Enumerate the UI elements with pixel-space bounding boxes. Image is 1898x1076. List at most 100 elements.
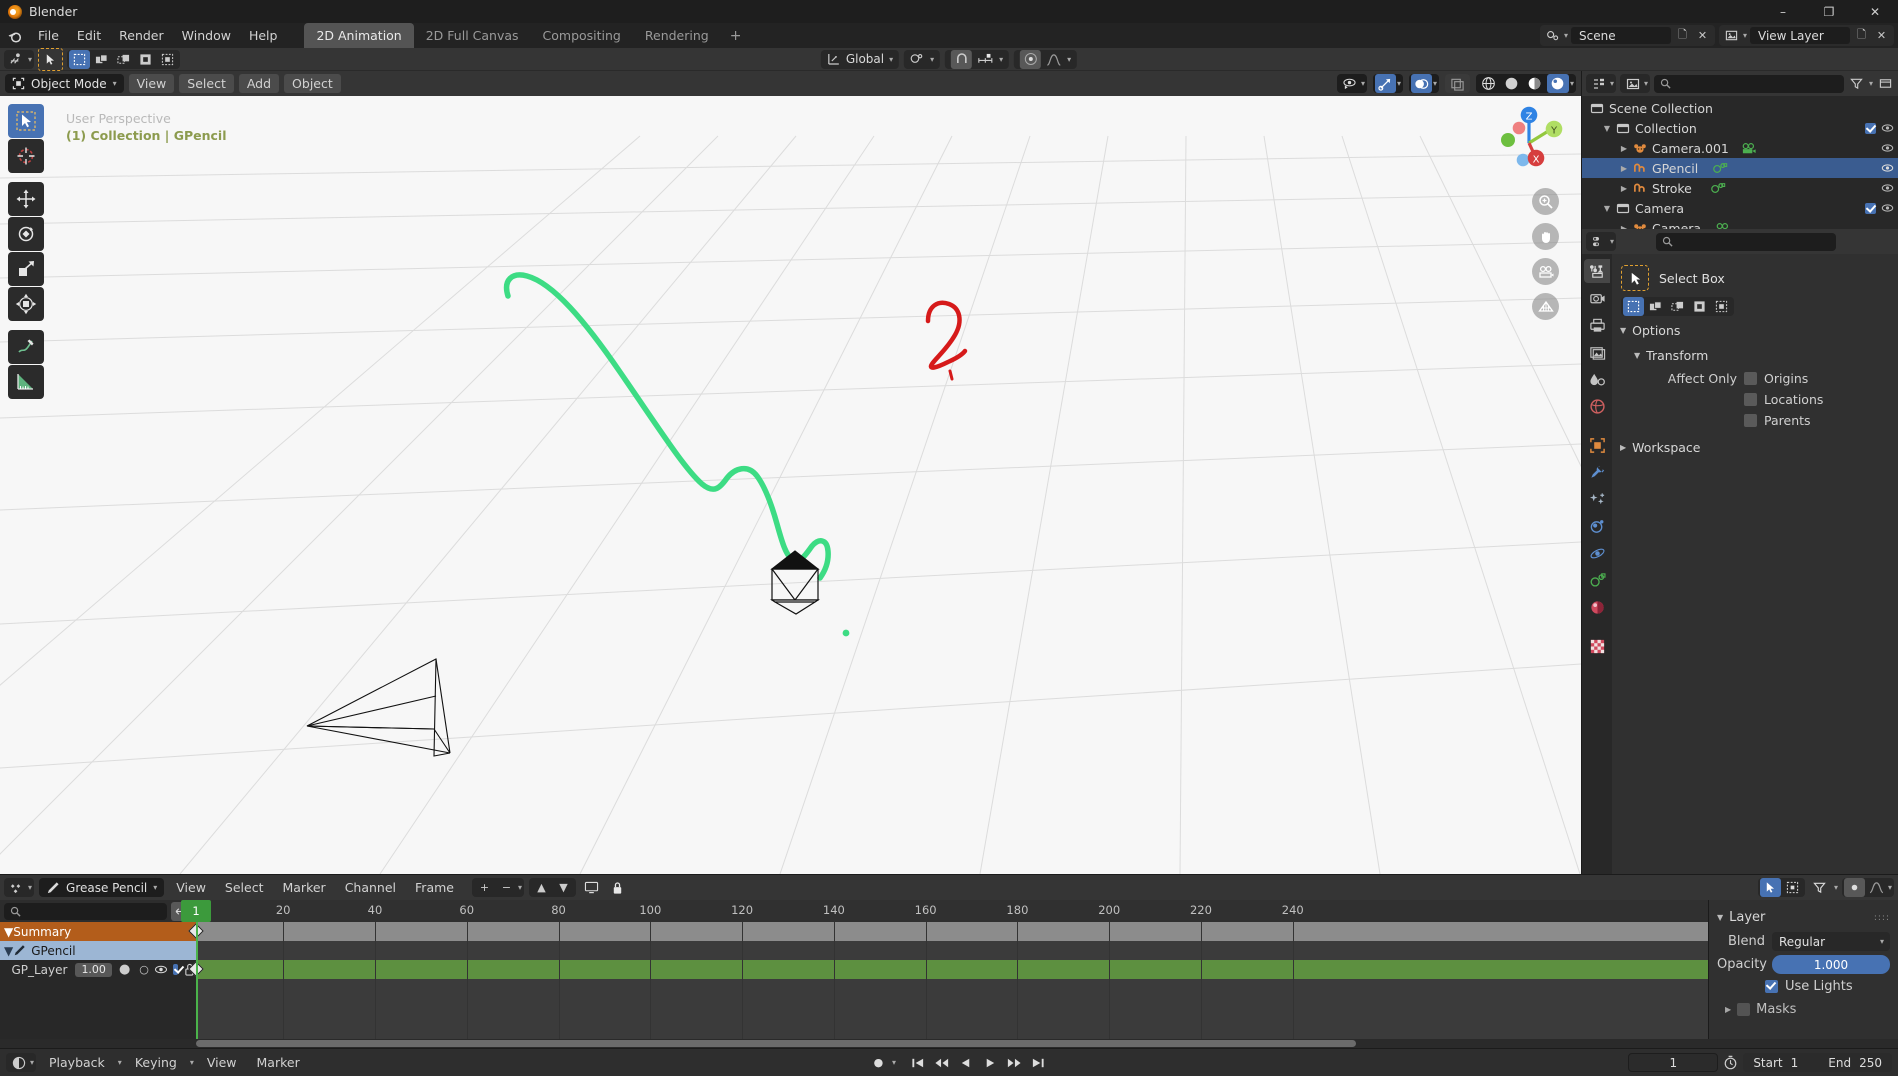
dopesheet-menu-select[interactable]: Select xyxy=(218,878,271,897)
jump-end-icon[interactable] xyxy=(1027,1053,1048,1072)
minimize-button[interactable]: – xyxy=(1760,0,1806,23)
hand-pan-icon[interactable] xyxy=(1532,223,1559,250)
dopesheet-menu-frame[interactable]: Frame xyxy=(408,878,461,897)
keyframe-type-group[interactable]: ▾ xyxy=(1841,878,1894,897)
proportional-editing-group[interactable]: ▾ xyxy=(1014,49,1078,69)
camera-data-icon[interactable] xyxy=(1715,221,1731,229)
section-workspace[interactable]: ▶ Workspace xyxy=(1612,435,1898,460)
snapping-group[interactable]: ▾ xyxy=(945,49,1010,69)
masks-row[interactable]: ▶ Masks xyxy=(1709,997,1898,1022)
outliner-row-camera[interactable]: ▶ Camera xyxy=(1582,218,1898,229)
section-transform[interactable]: ▼ Transform xyxy=(1612,343,1898,368)
properties-tab-output[interactable] xyxy=(1584,313,1610,337)
outliner-row-gpencil[interactable]: ▶ GPencil xyxy=(1582,158,1898,178)
select-invert-icon[interactable] xyxy=(135,50,156,69)
show-overlays-icon[interactable] xyxy=(1410,74,1432,93)
channel-row-gp-layer[interactable]: GP_Layer 1.00 ● ○ xyxy=(0,960,196,979)
tool-scale[interactable] xyxy=(8,252,44,286)
editor-type-selector[interactable]: ▾ xyxy=(4,49,35,69)
track-gp-layer[interactable] xyxy=(196,960,1708,979)
outliner-row-camera-001[interactable]: ▶ Camera.001 xyxy=(1582,138,1898,158)
add-keyframe-icon[interactable]: + xyxy=(474,878,495,897)
properties-tab-tool[interactable] xyxy=(1584,259,1610,283)
properties-select-mode-group[interactable] xyxy=(1621,297,1734,316)
tool-cursor[interactable] xyxy=(8,139,44,173)
tool-rotate[interactable] xyxy=(8,217,44,251)
select-box-tool-icon[interactable] xyxy=(1621,265,1649,291)
visibility-selector[interactable]: ▾ xyxy=(1336,74,1367,93)
proportional-editing-icon[interactable] xyxy=(1020,49,1042,69)
viewport-menu-add[interactable]: Add xyxy=(238,74,280,93)
outliner-search-input[interactable] xyxy=(1654,74,1844,93)
workspace-tab-2d-animation[interactable]: 2D Animation xyxy=(304,23,414,48)
select-extend-icon[interactable] xyxy=(1645,297,1666,316)
track-gpencil[interactable] xyxy=(196,941,1708,960)
auto-keying-icon[interactable]: ● xyxy=(868,1053,889,1072)
falloff-curve-icon[interactable] xyxy=(1046,53,1062,66)
select-new-icon[interactable] xyxy=(69,49,91,69)
use-preview-range-icon[interactable] xyxy=(1722,1054,1739,1071)
summary-triangle-icon[interactable]: ▼ xyxy=(4,925,13,939)
expand-triangle-icon[interactable]: ▶ xyxy=(1617,224,1631,230)
hide-in-viewport-icon[interactable] xyxy=(1881,122,1894,134)
outliner-editor-type[interactable]: ▾ xyxy=(1586,74,1617,93)
dopesheet-horizontal-scrollbar[interactable] xyxy=(0,1039,1898,1048)
properties-tab-particles[interactable] xyxy=(1584,514,1610,538)
current-frame-field[interactable]: 1 xyxy=(1628,1053,1719,1072)
dopesheet-keyframe-area[interactable]: 120406080100120140160180200220240 1 xyxy=(181,900,1708,1039)
gpencil-triangle-icon[interactable]: ▼ xyxy=(4,944,13,958)
remove-view-layer-icon[interactable]: ✕ xyxy=(1873,27,1890,44)
outliner-row-collection[interactable]: ▼ Collection xyxy=(1582,118,1898,138)
tool-transform[interactable] xyxy=(8,287,44,321)
dopesheet-filter-group[interactable] xyxy=(1757,878,1805,897)
properties-tab-object-data[interactable] xyxy=(1584,568,1610,592)
timeline-menu-view[interactable]: View xyxy=(200,1053,244,1072)
outliner-new-collection-icon[interactable] xyxy=(1877,75,1894,92)
select-intersect-icon[interactable] xyxy=(1711,297,1732,316)
properties-tab-modifier[interactable] xyxy=(1584,460,1610,484)
expand-triangle-icon[interactable]: ▼ xyxy=(1600,124,1614,133)
section-options[interactable]: ▼ Options xyxy=(1612,318,1898,343)
only-show-selected-icon[interactable] xyxy=(581,878,602,897)
hide-in-viewport-icon[interactable] xyxy=(1881,142,1894,154)
camera-view-icon[interactable] xyxy=(1532,258,1559,285)
dopesheet-menu-marker[interactable]: Marker xyxy=(275,878,332,897)
timeline-menu-keying[interactable]: Keying xyxy=(128,1053,184,1072)
blender-menu-icon[interactable] xyxy=(6,27,23,44)
object-visibility-icon[interactable] xyxy=(1339,74,1360,93)
properties-tab-effects[interactable] xyxy=(1584,487,1610,511)
onion-skin-icon[interactable]: ○ xyxy=(139,963,149,976)
navigation-gizmo[interactable]: Z Y X xyxy=(1487,102,1569,184)
affect-locations-checkbox[interactable]: Locations xyxy=(1744,392,1823,407)
remove-keyframe-icon[interactable]: − xyxy=(496,878,517,897)
menu-window[interactable]: Window xyxy=(173,26,240,45)
select-subtract-icon[interactable] xyxy=(1667,297,1688,316)
play-reverse-icon[interactable] xyxy=(955,1053,976,1072)
opacity-slider[interactable]: 1.000 xyxy=(1772,955,1890,974)
show-gizmo-icon[interactable] xyxy=(1374,74,1396,93)
dopesheet-editor-type[interactable]: ▾ xyxy=(4,878,35,897)
affect-parents-checkbox[interactable]: Parents xyxy=(1744,413,1811,428)
properties-tab-scene[interactable] xyxy=(1584,367,1610,391)
expand-triangle-icon[interactable]: ▶ xyxy=(1617,184,1631,193)
proportional-edit-keys-icon[interactable] xyxy=(1759,878,1781,897)
dopesheet-menu-channel[interactable]: Channel xyxy=(338,878,403,897)
keyframe-add-remove-group[interactable]: + − ▾ xyxy=(471,878,524,897)
keyframe-type-icon[interactable] xyxy=(1843,878,1865,897)
shading-mode-group[interactable]: ▾ xyxy=(1475,74,1576,93)
gpencil-data-icon[interactable] xyxy=(1712,161,1728,175)
pivot-point-selector[interactable]: ▾ xyxy=(904,49,941,69)
interaction-mode-selector[interactable]: Object Mode ▾ xyxy=(5,74,124,93)
view-layer-name[interactable]: View Layer xyxy=(1750,27,1850,44)
transform-orientation-selector[interactable]: Global ▾ xyxy=(820,49,900,69)
wireframe-shading-icon[interactable] xyxy=(1478,74,1500,93)
end-frame-value[interactable]: 250 xyxy=(1859,1056,1882,1070)
panel-drag-handle[interactable]: :::: xyxy=(1874,913,1890,923)
toggle-ortho-icon[interactable] xyxy=(1532,293,1559,320)
view-layer-selector[interactable]: ▾ View Layer 🗋 ✕ xyxy=(1718,25,1894,46)
hide-in-viewport-icon[interactable] xyxy=(1881,202,1894,214)
properties-tab-texture[interactable] xyxy=(1584,634,1610,658)
expand-triangle-icon[interactable]: ▶ xyxy=(1617,164,1631,173)
dopesheet-filter-icon[interactable] xyxy=(1809,878,1830,897)
select-subtract-icon[interactable] xyxy=(113,50,134,69)
